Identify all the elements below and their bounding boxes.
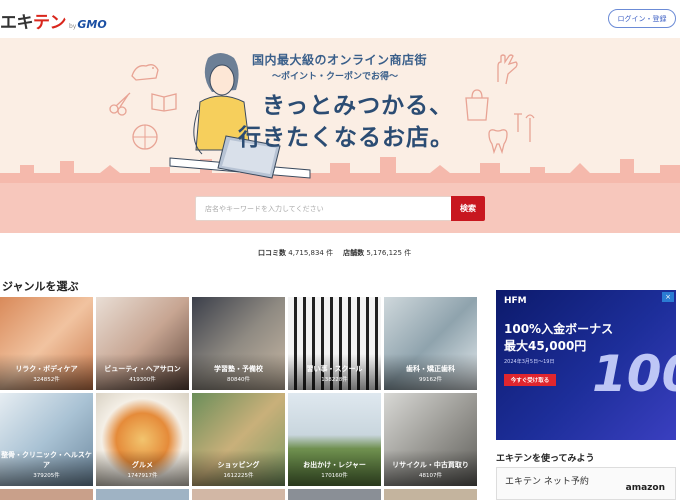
genre-tile-next-row [0,489,477,500]
shopping-bag-icon [465,89,489,121]
genre-tile-count: 1612225件 [223,473,254,479]
genre-tile-dental[interactable]: 歯科・矯正歯科 99162件 [384,297,477,390]
genre-tile-shopping[interactable]: ショッピング 1612225件 [192,393,285,486]
genre-tile-recycle[interactable]: リサイクル・中古買取り 48107件 [384,393,477,486]
genre-tile-name: 歯科・矯正歯科 [406,365,455,373]
review-count: 口コミ数 4,715,834 件 [258,248,333,258]
genre-tile-name: リサイクル・中古買取り [392,461,469,469]
ad-close-icon[interactable]: × [662,292,674,302]
try-promo-text: エキテン ネット予約 [505,477,589,487]
ad-subheadline: 最大45,000円 [504,339,587,353]
search-button[interactable]: 検索 [451,196,485,221]
genre-tile-relaxation[interactable]: リラク・ボディケア 324852件 [0,297,93,390]
review-count-label: 口コミ数 [258,249,286,257]
search-input[interactable]: 店名やキーワードを入力してください [195,196,452,221]
logo-gmo: GMO [77,18,107,31]
tools-icon [514,113,535,142]
hero-title: 国内最大級のオンライン商店街 [252,53,428,67]
genre-tile-count: 138228件 [321,377,348,383]
genre-tile-name: ショッピング [217,461,260,469]
hero-subtitle: ～ポイント・クーポンでお得～ [272,72,399,82]
try-section-title: エキテンを使ってみよう [496,454,595,464]
try-promo-card[interactable]: エキテン ネット予約 amazon [496,467,676,500]
genre-tile-count: 1747917件 [127,473,158,479]
genre-tile-name: お出かけ・レジャー [303,461,366,469]
shop-count-unit: 件 [404,249,412,257]
genre-tile-name: 習い事・スクール [306,365,363,373]
genre-tile-count: 99162件 [419,377,442,383]
ad-big-percent: 100% [592,345,676,403]
review-count-value: 4,715,834 [288,249,324,257]
genre-tile-count: 170160件 [321,473,348,479]
logo-text-a: エキ [0,13,34,33]
genre-tile-name: 学習塾・予備校 [214,365,263,373]
scissors-icon [109,92,131,116]
genre-tile-lessons[interactable]: 習い事・スクール 138228件 [288,297,381,390]
ad-banner[interactable]: HFM 100%入金ボーナス 最大45,000円 2024年3月5日〜19日 今… [496,290,676,440]
genre-tile-count: 80840件 [227,377,250,383]
genre-tile-count: 324852件 [33,377,60,383]
site-header: エキ テン by GMO ログイン・登録 [0,0,680,38]
town-skyline [0,157,680,185]
genre-tile-name: ビューティ・ヘアサロン [104,365,181,373]
amazon-logo: amazon [625,483,665,493]
shop-count-label: 店舗数 [343,249,365,257]
genre-tile-count: 419300件 [129,377,156,383]
genre-tile-count: 379205件 [33,473,60,479]
genre-tile-gourmet[interactable]: グルメ 1747917件 [96,393,189,486]
hand-icon [497,54,518,85]
ad-headline: 100%入金ボーナス [504,322,614,336]
hero-catch-line1: きっとみつかる、 [262,93,454,119]
genre-tile-beauty[interactable]: ビューティ・ヘアサロン 419300件 [96,297,189,390]
site-logo[interactable]: エキ テン by GMO [0,8,107,33]
shop-count: 店舗数 5,176,125 件 [343,248,411,258]
hero-catch-line2: 行きたくなるお店。 [238,125,454,151]
tooth-icon [488,129,508,154]
genre-section-title: ジャンルを選ぶ [2,280,79,293]
pet-icon [131,64,159,81]
genre-tile-count: 48107件 [419,473,442,479]
login-button[interactable]: ログイン・登録 [608,9,676,28]
logo-text-b: テン [33,13,67,33]
site-stats: 口コミ数 4,715,834 件 店舗数 5,176,125 件 [258,248,411,258]
genre-tile-name: グルメ [132,461,153,469]
ad-brand-logo: HFM [504,296,527,306]
logo-by: by [69,23,77,30]
genre-tile-name: リラク・ボディケア [15,365,78,373]
ad-cta-button[interactable]: 今すぐ受け取る [504,374,556,386]
genre-tile-leisure[interactable]: お出かけ・レジャー 170160件 [288,393,381,486]
ad-period: 2024年3月5日〜19日 [504,359,555,365]
pizza-icon [132,124,158,150]
review-count-unit: 件 [326,249,334,257]
shop-count-value: 5,176,125 [366,249,402,257]
genre-tile-clinic[interactable]: 整骨・クリニック・ヘルスケア 379205件 [0,393,93,486]
genre-tile-cram-school[interactable]: 学習塾・予備校 80840件 [192,297,285,390]
genre-tile-name: 整骨・クリニック・ヘルスケア [1,451,92,469]
